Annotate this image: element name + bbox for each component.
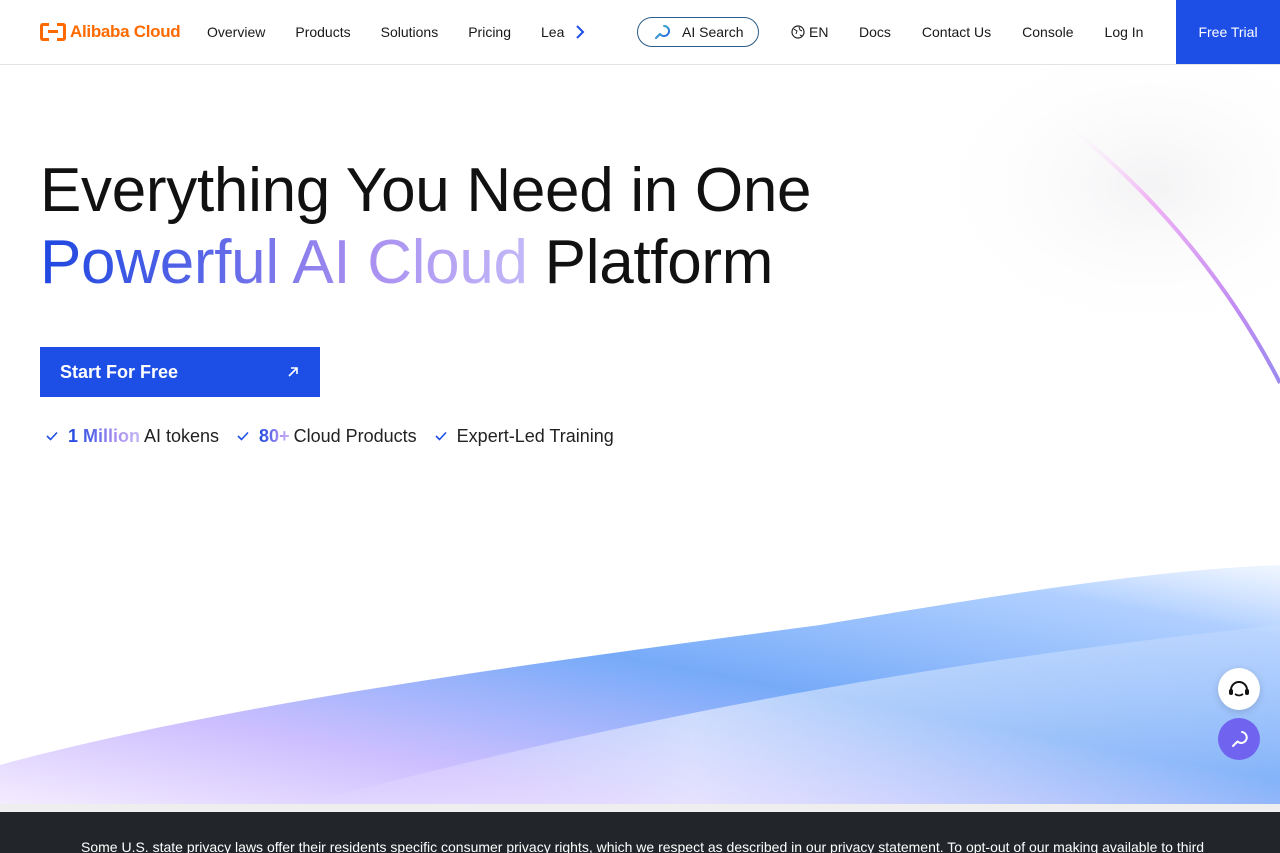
section-divider <box>0 804 1280 812</box>
arrow-up-right-icon <box>288 367 298 377</box>
top-header: Alibaba Cloud Overview Products Solution… <box>0 0 1280 65</box>
nav-contact-us[interactable]: Contact Us <box>922 24 991 40</box>
main-nav: Overview Products Solutions Pricing Lea <box>207 0 589 64</box>
nav-console[interactable]: Console <box>1022 24 1073 40</box>
feature-text: Cloud Products <box>293 425 417 446</box>
headset-icon <box>1229 681 1249 697</box>
free-trial-button[interactable]: Free Trial <box>1176 0 1280 64</box>
privacy-banner: Some U.S. state privacy laws offer their… <box>0 812 1280 853</box>
ai-assistant-icon <box>1232 731 1248 747</box>
ai-search-button[interactable]: AI Search <box>637 17 759 47</box>
nav-overview[interactable]: Overview <box>207 24 265 40</box>
hero-title-rest: Platform <box>527 228 774 297</box>
hero-features: 1 Million AI tokens 80+ Cloud Products E… <box>46 424 632 448</box>
feature-text: Expert-Led Training <box>456 425 614 446</box>
feature-training: Expert-Led Training <box>435 426 614 447</box>
feature-cloud-products: 80+ Cloud Products <box>237 426 417 447</box>
alibaba-logo-icon <box>40 23 66 41</box>
globe-icon <box>791 25 805 39</box>
hero-title: Everything You Need in One Powerful AI C… <box>40 155 812 299</box>
feature-text: AI tokens <box>144 425 220 446</box>
support-chat-button[interactable] <box>1218 668 1260 710</box>
start-for-free-label: Start For Free <box>60 361 179 382</box>
language-label: EN <box>809 24 829 40</box>
chevron-right-icon[interactable] <box>571 23 589 41</box>
hero-title-highlight: Powerful AI Cloud <box>40 228 528 297</box>
utility-nav: Docs Contact Us Console Log In <box>859 0 1174 64</box>
check-icon <box>237 431 249 441</box>
nav-log-in[interactable]: Log In <box>1105 24 1144 40</box>
feature-highlight: 80+ <box>259 425 290 446</box>
ai-assistant-button[interactable] <box>1218 718 1260 760</box>
nav-solutions[interactable]: Solutions <box>381 24 439 40</box>
start-for-free-button[interactable]: Start For Free <box>40 347 320 397</box>
privacy-banner-text: Some U.S. state privacy laws offer their… <box>81 839 1205 853</box>
ai-search-label: AI Search <box>682 24 744 40</box>
alibaba-cloud-logo[interactable]: Alibaba Cloud <box>40 20 181 44</box>
feature-ai-tokens: 1 Million AI tokens <box>46 426 219 447</box>
hero-title-line-2: Powerful AI Cloud Platform <box>40 227 811 299</box>
check-icon <box>435 431 447 441</box>
feature-highlight: 1 Million <box>68 425 140 446</box>
check-icon <box>46 431 58 441</box>
logo-text: Alibaba Cloud <box>70 22 181 41</box>
language-selector[interactable]: EN <box>791 0 828 64</box>
ai-search-icon <box>655 25 670 39</box>
nav-docs[interactable]: Docs <box>859 24 891 40</box>
nav-pricing[interactable]: Pricing <box>468 24 511 40</box>
nav-learn-clipped[interactable]: Lea <box>541 24 565 40</box>
hero-title-line-1: Everything You Need in One <box>40 156 812 225</box>
nav-products[interactable]: Products <box>295 24 350 40</box>
